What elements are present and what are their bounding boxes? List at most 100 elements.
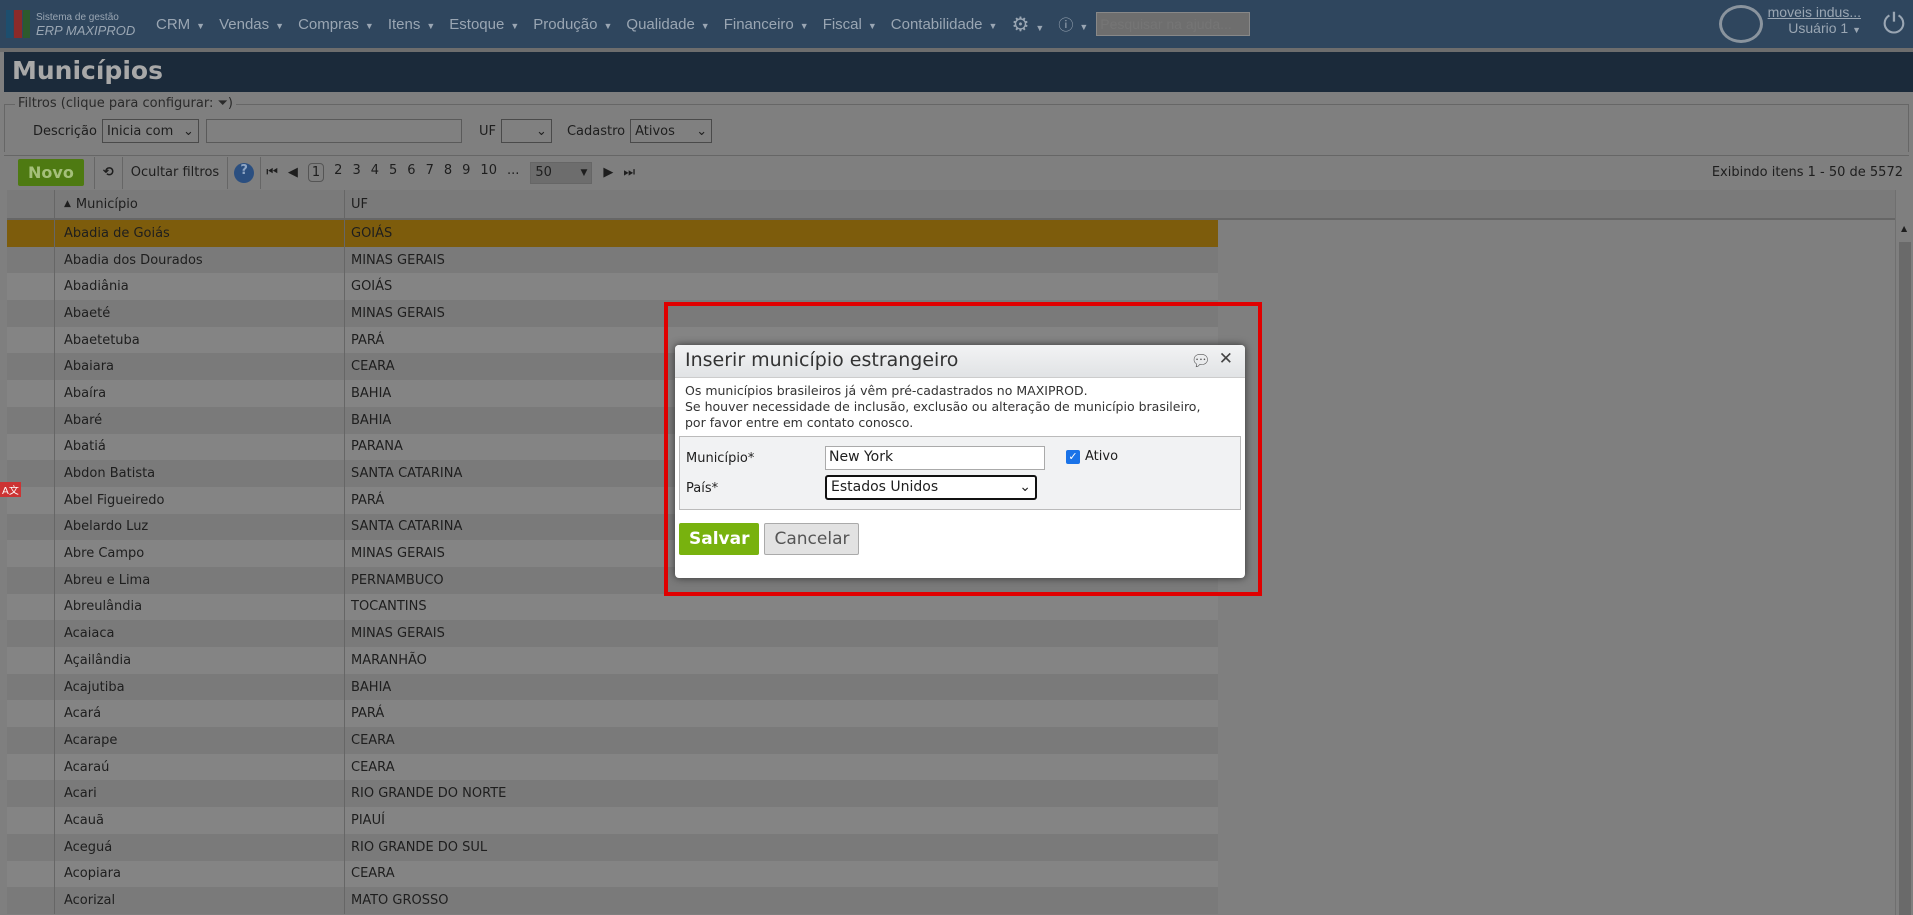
descricao-mode-select[interactable]: Inicia com ⌄: [101, 119, 199, 143]
table-row[interactable]: Acopiara CEARA: [7, 860, 1218, 888]
first-page-icon[interactable]: ⏮: [266, 165, 278, 180]
salvar-button[interactable]: Salvar: [679, 523, 760, 555]
cell-uf: PIAUÍ: [351, 812, 385, 828]
user-menu[interactable]: Usuário 1 ▼: [1788, 20, 1861, 36]
nav-menu-3[interactable]: Itens ▼: [388, 16, 435, 33]
novo-button[interactable]: Novo: [18, 159, 84, 186]
nav-menu-8[interactable]: Fiscal ▼: [823, 16, 877, 33]
page-link[interactable]: 2: [334, 163, 342, 182]
help-search-input[interactable]: [1096, 12, 1251, 36]
cell-municipio: Açailândia: [55, 647, 345, 674]
column-header-uf[interactable]: UF: [345, 190, 1218, 218]
column-header-municipio[interactable]: ▲ Município: [55, 190, 345, 218]
nav-menu-4[interactable]: Estoque ▼: [449, 16, 519, 33]
page-link[interactable]: 10: [480, 163, 497, 182]
nav-menu-6[interactable]: Qualidade ▼: [626, 16, 709, 33]
help-menu[interactable]: ⓘ ▼: [1058, 14, 1088, 35]
logo[interactable]: Sistema de gestão ERP MAXIPROD: [6, 10, 156, 38]
settings-menu[interactable]: ⚙ ▼: [1011, 12, 1044, 37]
chat-icon[interactable]: 💬︎: [1191, 351, 1211, 370]
nav-menu-9[interactable]: Contabilidade ▼: [891, 16, 998, 33]
pais-select[interactable]: Estados Unidos ⌄: [825, 475, 1037, 500]
uf-label: UF: [478, 123, 496, 139]
cell-uf: BAHIA: [351, 679, 392, 695]
power-icon[interactable]: ⏻: [1883, 8, 1905, 41]
cell-municipio: Abaetetuba: [55, 326, 345, 354]
page-link[interactable]: 1: [307, 163, 325, 182]
refresh-icon[interactable]: ⟲: [103, 165, 114, 180]
uf-select[interactable]: ⌄: [500, 119, 552, 143]
cell-uf: PARÁ: [351, 706, 385, 722]
page-link[interactable]: 6: [407, 163, 415, 182]
page-link[interactable]: ...: [507, 163, 519, 182]
cell-municipio: Aceguá: [55, 833, 345, 861]
cell-municipio: Abadiânia: [55, 273, 345, 301]
company-link[interactable]: moveis indus...: [1768, 4, 1861, 20]
translate-icon[interactable]: A文: [0, 482, 21, 497]
ocultar-filtros-button[interactable]: Ocultar filtros: [131, 165, 219, 180]
municipio-input[interactable]: New York: [825, 446, 1045, 470]
table-row[interactable]: Acari RIO GRANDE DO NORTE: [7, 780, 1218, 808]
cell-municipio: Acarape: [55, 727, 345, 754]
chat-icon[interactable]: [1719, 5, 1763, 43]
cell-uf: GOIÁS: [351, 225, 393, 241]
scrollbar[interactable]: ▲: [1895, 190, 1913, 915]
descricao-input[interactable]: [205, 119, 462, 143]
next-page-icon[interactable]: ▶: [603, 165, 613, 180]
cell-municipio: Acaiaca: [55, 620, 345, 647]
cadastro-select[interactable]: Ativos ⌄: [630, 119, 713, 143]
table-header: ▲ Município UF: [7, 190, 1218, 220]
cell-municipio: Acará: [55, 700, 345, 728]
cell-uf: MARANHÃO: [351, 652, 427, 668]
page-link[interactable]: 8: [444, 163, 452, 182]
last-page-icon[interactable]: ⏭: [623, 165, 635, 180]
table-row[interactable]: Abadia de Goiás GOIÁS: [7, 220, 1218, 247]
help-icon[interactable]: ?: [234, 162, 255, 183]
nav-menu-5[interactable]: Produção ▼: [533, 16, 612, 33]
table-row[interactable]: Abadiânia GOIÁS: [7, 273, 1218, 301]
dialog-title: Inserir município estrangeiro: [685, 349, 959, 371]
dialog-message: Os municípios brasileiros já vêm pré-cad…: [685, 383, 1201, 430]
table-row[interactable]: Abreulândia TOCANTINS: [7, 593, 1218, 621]
table-row[interactable]: Acará PARÁ: [7, 700, 1218, 728]
per-page-select[interactable]: 50 ▼: [530, 161, 593, 184]
page-link[interactable]: 3: [352, 163, 360, 182]
municipio-label: Município*: [686, 451, 755, 466]
filters-title[interactable]: Filtros (clique para configurar: ⏷): [15, 96, 236, 111]
cell-municipio: Abdon Batista: [55, 460, 345, 487]
nav-menu-2[interactable]: Compras ▼: [298, 16, 374, 33]
table-row[interactable]: Acorizal MATO GROSSO: [7, 887, 1218, 914]
top-nav-bar: Sistema de gestão ERP MAXIPROD CRM ▼ Vendas…: [0, 0, 1913, 48]
page-link[interactable]: 9: [462, 163, 470, 182]
table-row[interactable]: Acaraú CEARA: [7, 753, 1218, 781]
cell-uf: CEARA: [351, 866, 395, 882]
cadastro-label: Cadastro: [566, 123, 626, 139]
close-icon[interactable]: ✕: [1219, 349, 1233, 369]
table-row[interactable]: Abadia dos Dourados MINAS GERAIS: [7, 246, 1218, 274]
prev-page-icon[interactable]: ◀: [288, 165, 298, 180]
sort-asc-icon: ▲: [64, 199, 71, 209]
table-row[interactable]: Acauã PIAUÍ: [7, 807, 1218, 834]
cell-uf: GOIÁS: [351, 279, 393, 295]
table-row[interactable]: Açailândia MARANHÃO: [7, 647, 1218, 674]
table-row[interactable]: Acarape CEARA: [7, 727, 1218, 754]
table-header-filler: [1218, 190, 1895, 220]
cell-uf: TOCANTINS: [351, 599, 427, 615]
cancelar-button[interactable]: Cancelar: [764, 523, 860, 555]
page-link[interactable]: 7: [426, 163, 434, 182]
ativo-checkbox[interactable]: ✓: [1066, 449, 1080, 464]
cell-municipio: Acopiara: [55, 860, 345, 888]
table-row[interactable]: Acajutiba BAHIA: [7, 673, 1218, 701]
chevron-down-icon: ⌄: [1019, 479, 1031, 495]
cell-municipio: Abelardo Luz: [55, 513, 345, 541]
cell-municipio: Abadia de Goiás: [55, 220, 345, 247]
page-link[interactable]: 4: [371, 163, 379, 182]
page-link[interactable]: 5: [389, 163, 397, 182]
table-row[interactable]: Acaiaca MINAS GERAIS: [7, 620, 1218, 647]
cell-uf: MINAS GERAIS: [351, 626, 445, 642]
nav-menu-0[interactable]: CRM ▼: [156, 16, 205, 33]
nav-menu-7[interactable]: Financeiro ▼: [724, 16, 809, 33]
nav-menu-1[interactable]: Vendas ▼: [219, 16, 284, 33]
table-row[interactable]: Aceguá RIO GRANDE DO SUL: [7, 833, 1218, 861]
descricao-label: Descrição: [33, 123, 97, 139]
